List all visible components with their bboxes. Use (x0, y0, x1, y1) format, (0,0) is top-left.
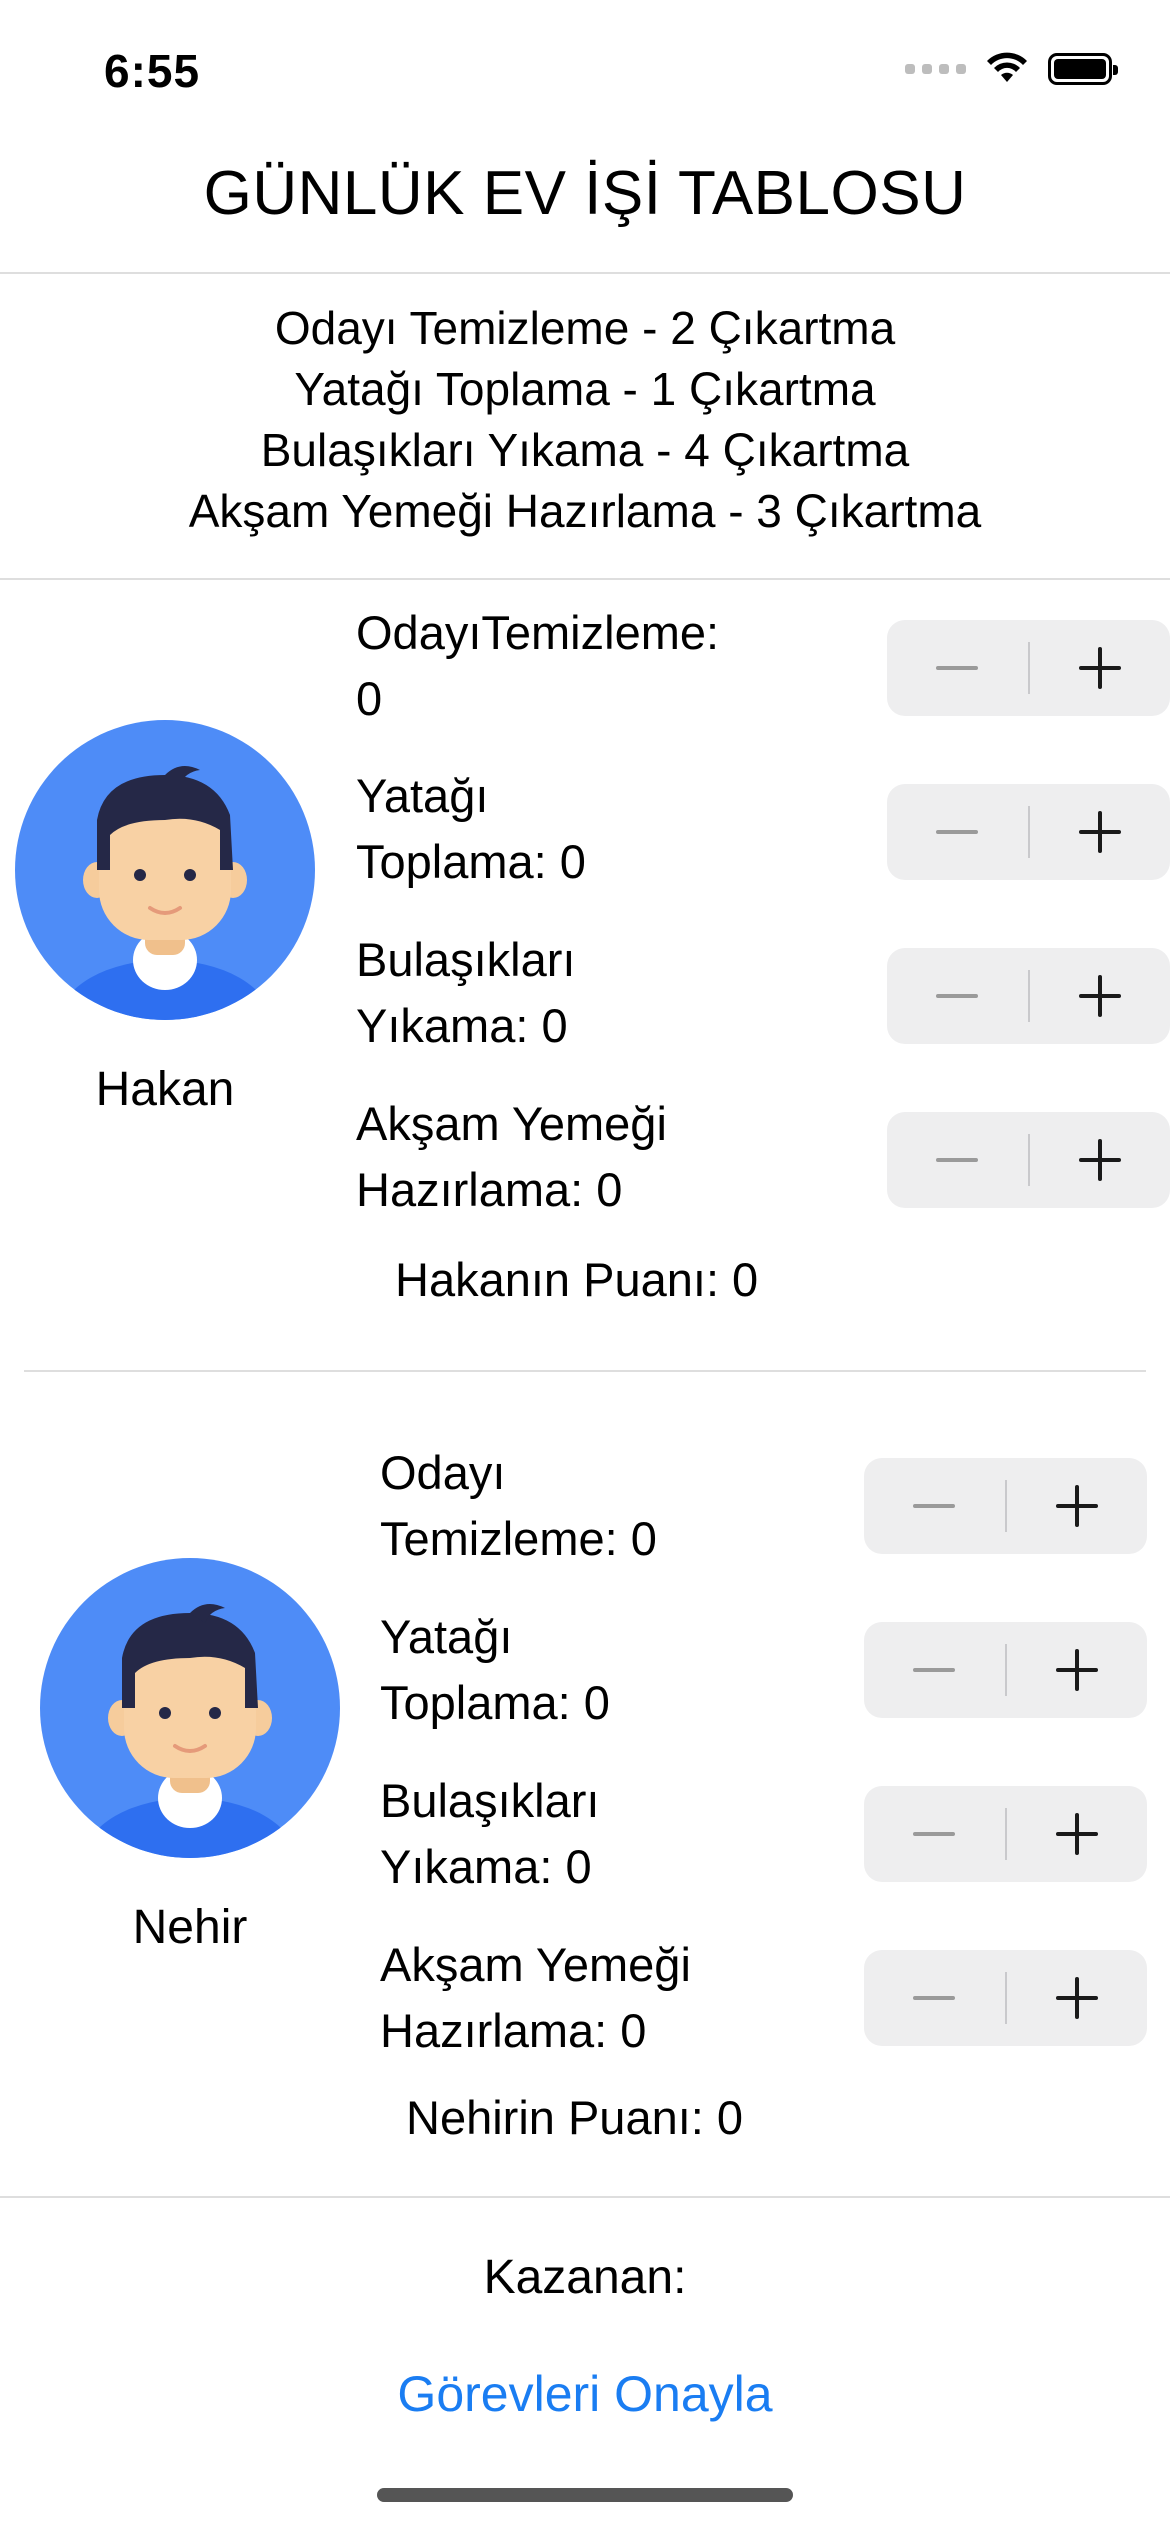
task-stepper[interactable] (887, 1112, 1170, 1208)
minus-icon (936, 994, 979, 998)
minus-icon (936, 830, 979, 834)
plus-icon (1078, 647, 1121, 689)
decrement-button[interactable] (887, 948, 1028, 1044)
plus-icon (1078, 1139, 1121, 1181)
increment-button[interactable] (1030, 948, 1170, 1044)
divider (24, 1370, 1146, 1372)
decrement-button[interactable] (864, 1786, 1005, 1882)
decrement-button[interactable] (887, 1112, 1028, 1208)
boy-avatar-icon (85, 1604, 295, 1858)
boy-avatar-icon (60, 766, 270, 1020)
task-label: Yatağı Toplama: 0 (356, 763, 756, 895)
avatar-hakan (15, 720, 315, 1020)
minus-icon (913, 1504, 956, 1508)
increment-button[interactable] (1030, 1112, 1170, 1208)
divider (0, 578, 1170, 580)
minus-icon (936, 1158, 979, 1162)
task-label-line: Hazırlama: 0 (380, 2004, 647, 2057)
winner-label: Kazanan: (483, 2251, 687, 2304)
task-label-line: Bulaşıkları (380, 1774, 600, 1827)
cellular-signal-icon (905, 64, 966, 74)
decrement-button[interactable] (887, 784, 1028, 880)
player-name: Hakan (95, 1063, 235, 1116)
task-label-line: Odayı (380, 1446, 506, 1499)
rule-item: Bulaşıkları Yıkama - 4 Çıkartma (260, 424, 910, 476)
decrement-button[interactable] (864, 1950, 1005, 2046)
task-stepper[interactable] (887, 948, 1170, 1044)
plus-icon (1055, 1813, 1098, 1855)
minus-icon (936, 666, 979, 670)
plus-icon (1055, 1485, 1098, 1527)
task-label-line: Toplama: 0 (356, 835, 586, 888)
home-indicator[interactable] (377, 2488, 793, 2502)
task-label-line: 0 (356, 672, 383, 725)
page-title: GÜNLÜK EV İŞİ TABLOSU (203, 159, 967, 228)
task-label: Akşam Yemeği Hazırlama: 0 (380, 1932, 780, 2064)
task-label-line: Hazırlama: 0 (356, 1163, 623, 1216)
task-stepper[interactable] (864, 1786, 1147, 1882)
task-label: Bulaşıkları Yıkama: 0 (380, 1768, 780, 1900)
minus-icon (913, 1668, 956, 1672)
rule-item: Odayı Temizleme - 2 Çıkartma (274, 302, 896, 354)
task-label-line: Yatağı (380, 1610, 513, 1663)
increment-button[interactable] (1007, 1786, 1148, 1882)
confirm-tasks-button[interactable]: Görevleri Onayla (0, 2365, 1170, 2423)
status-icons (905, 52, 1118, 86)
task-label: Akşam Yemeği Hazırlama: 0 (356, 1091, 756, 1223)
plus-icon (1078, 975, 1121, 1017)
minus-icon (913, 1832, 956, 1836)
task-label: Bulaşıkları Yıkama: 0 (356, 927, 756, 1059)
increment-button[interactable] (1030, 620, 1170, 716)
task-stepper[interactable] (864, 1622, 1147, 1718)
task-label-line: Yatağı (356, 769, 489, 822)
decrement-button[interactable] (864, 1458, 1005, 1554)
player-score: Hakanın Puanı: 0 (395, 1253, 759, 1306)
task-label: Odayı Temizleme: 0 (380, 1440, 780, 1572)
task-label-line: Yıkama: 0 (356, 999, 568, 1052)
task-label-line: Temizleme: 0 (380, 1512, 657, 1565)
minus-icon (913, 1996, 956, 2000)
increment-button[interactable] (1007, 1622, 1148, 1718)
rule-item: Akşam Yemeği Hazırlama - 3 Çıkartma (188, 485, 982, 537)
player-name: Nehir (132, 1901, 248, 1954)
rule-item: Yatağı Toplama - 1 Çıkartma (294, 363, 876, 415)
increment-button[interactable] (1007, 1458, 1148, 1554)
plus-icon (1055, 1649, 1098, 1691)
task-stepper[interactable] (864, 1950, 1147, 2046)
avatar-nehir (40, 1558, 340, 1858)
task-label-line: Yıkama: 0 (380, 1840, 592, 1893)
task-label-line: OdayıTemizleme: (356, 606, 720, 659)
status-time: 6:55 (104, 45, 201, 97)
increment-button[interactable] (1030, 784, 1170, 880)
task-label: Yatağı Toplama: 0 (380, 1604, 780, 1736)
divider (0, 2196, 1170, 2198)
plus-icon (1055, 1977, 1098, 2019)
task-stepper[interactable] (887, 784, 1170, 880)
task-label-line: Akşam Yemeği (380, 1938, 691, 1991)
task-stepper[interactable] (887, 620, 1170, 716)
plus-icon (1078, 811, 1121, 853)
battery-icon (1048, 53, 1118, 85)
task-stepper[interactable] (864, 1458, 1147, 1554)
divider (0, 272, 1170, 274)
rules-list: Odayı Temizleme - 2 Çıkartma Yatağı Topl… (0, 298, 1170, 542)
task-label-line: Akşam Yemeği (356, 1097, 667, 1150)
task-label: OdayıTemizleme: 0 (356, 600, 756, 732)
increment-button[interactable] (1007, 1950, 1148, 2046)
task-label-line: Toplama: 0 (380, 1676, 610, 1729)
decrement-button[interactable] (864, 1622, 1005, 1718)
decrement-button[interactable] (887, 620, 1028, 716)
player-score: Nehirin Puanı: 0 (406, 2091, 744, 2144)
task-label-line: Bulaşıkları (356, 933, 576, 986)
wifi-icon (987, 52, 1027, 82)
